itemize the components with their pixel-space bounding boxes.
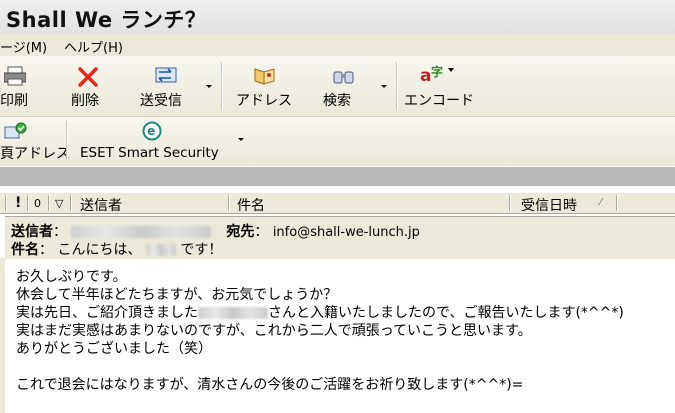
redacted-name bbox=[145, 244, 176, 256]
address-book-label: アドレス bbox=[236, 93, 292, 109]
menu-bar: ージ(M) ヘルプ(H) bbox=[0, 34, 675, 56]
svg-text:a: a bbox=[420, 66, 431, 86]
delete-label: 削除 bbox=[71, 93, 99, 109]
eset-logo-icon: e bbox=[142, 121, 162, 141]
eset-dropdown-arrow[interactable] bbox=[238, 138, 244, 141]
body-text: さんと入籍いたしましたので、ご報告いたします(*^^*) bbox=[268, 305, 624, 321]
from-label: 送信者 bbox=[11, 224, 53, 240]
eset-label: ESET Smart Security bbox=[80, 145, 219, 161]
column-attachment[interactable]: 0 bbox=[34, 197, 41, 210]
menu-help[interactable]: ヘルプ(H) bbox=[64, 37, 123, 56]
column-separator bbox=[5, 195, 6, 211]
column-separator bbox=[70, 195, 71, 211]
eset-smart-security-button[interactable]: e ESET Smart Security bbox=[76, 117, 248, 165]
encode-label: エンコード bbox=[404, 93, 474, 109]
address-check-label: 頁アドレス bbox=[0, 146, 70, 162]
redacted-name bbox=[198, 307, 268, 319]
address-book-icon bbox=[254, 68, 275, 85]
to-address: info@shall-we-lunch.jp bbox=[272, 225, 420, 240]
search-dropdown-arrow[interactable] bbox=[381, 85, 387, 88]
body-line: 実は先日、ご紹介頂きました さんと入籍いたしましたので、ご報告いたします(*^^*… bbox=[16, 304, 624, 322]
subject-text-suffix: です！ bbox=[180, 242, 223, 258]
binoculars-icon bbox=[333, 71, 354, 84]
message-body: お久しぶりです。 休会して半年ほどたちますが、お元気でしょうか？ 実は先日、ご紹… bbox=[16, 268, 624, 394]
folder-pane-divider bbox=[0, 167, 675, 186]
column-received-date[interactable]: 受信日時 bbox=[521, 195, 577, 215]
toolbar-separator bbox=[66, 121, 67, 161]
column-separator bbox=[27, 195, 28, 211]
column-sender[interactable]: 送信者 bbox=[80, 195, 122, 215]
send-receive-label: 送受信 bbox=[140, 93, 182, 109]
address-book-button[interactable]: アドレス bbox=[232, 56, 296, 114]
printer-icon bbox=[4, 66, 26, 86]
print-label: 印刷 bbox=[0, 93, 28, 109]
send-receive-button[interactable]: 送受信 bbox=[136, 56, 216, 114]
svg-text:字: 字 bbox=[431, 64, 443, 79]
column-flag[interactable]: ▽ bbox=[55, 197, 63, 210]
menu-message[interactable]: ージ(M) bbox=[0, 37, 47, 56]
address-check-icon bbox=[4, 122, 27, 139]
column-separator bbox=[509, 195, 510, 211]
subject-row: 件名： こんにちは、 です！ bbox=[11, 242, 223, 258]
address-check-button[interactable]: 頁アドレス bbox=[0, 117, 70, 165]
column-separator bbox=[616, 195, 617, 211]
body-line: 休会して半年ほどたちますが、お元気でしょうか？ bbox=[16, 287, 338, 303]
preview-header: 送信者： 宛先： info@shall-we-lunch.jp 件名： こんにち… bbox=[5, 216, 675, 259]
toolbar-separator bbox=[396, 62, 397, 110]
title-bar: Shall We ランチ？ bbox=[0, 0, 675, 35]
body-line: お久しぶりです。 bbox=[16, 269, 127, 285]
preview-left-edge bbox=[0, 258, 5, 413]
sort-indicator-icon: ⁄ bbox=[600, 197, 602, 208]
column-separator bbox=[228, 195, 229, 211]
body-text: 実は先日、ご紹介頂きました bbox=[16, 305, 198, 321]
encoding-icon: a 字 bbox=[420, 64, 454, 86]
body-line: ありがとうございました（笑） bbox=[16, 341, 212, 357]
to-label: 宛先 bbox=[226, 224, 255, 240]
send-receive-dropdown-arrow[interactable] bbox=[206, 85, 212, 88]
column-subject[interactable]: 件名 bbox=[237, 195, 265, 215]
body-line: これで退会にはなりますが、清水さんの今後のご活躍をお祈り致します(*^^*)= bbox=[16, 377, 524, 393]
window-title: Shall We ランチ？ bbox=[6, 8, 207, 32]
body-line: 実はまだ実感はあまりないのですが、これから二人で頑張っていこうと思います。 bbox=[16, 323, 532, 339]
search-button[interactable]: 検索 bbox=[320, 56, 392, 114]
secondary-toolbar: 頁アドレス e ESET Smart Security bbox=[0, 117, 675, 166]
column-separator bbox=[48, 195, 49, 211]
redacted-sender bbox=[71, 226, 212, 238]
toolbar-separator bbox=[221, 62, 222, 110]
svg-text:e: e bbox=[147, 124, 155, 138]
send-receive-icon bbox=[155, 67, 177, 83]
subject-label: 件名 bbox=[11, 242, 39, 258]
main-toolbar: 印刷 削除 送受信 アドレス 検索 a 字 エンコード bbox=[0, 56, 675, 117]
delete-x-icon bbox=[78, 67, 98, 87]
body-blank-line bbox=[16, 358, 624, 376]
subject-text-prefix: こんにちは、 bbox=[57, 242, 142, 258]
delete-button[interactable]: 削除 bbox=[66, 56, 110, 114]
column-priority[interactable]: ! bbox=[15, 195, 21, 211]
message-list-header: ! 0 ▽ 送信者 件名 受信日時 ⁄ bbox=[0, 192, 675, 214]
print-button[interactable]: 印刷 bbox=[0, 56, 40, 114]
from-row: 送信者： 宛先： info@shall-we-lunch.jp bbox=[11, 224, 420, 240]
search-label: 検索 bbox=[323, 93, 351, 109]
encode-button[interactable]: a 字 エンコード bbox=[402, 56, 486, 114]
